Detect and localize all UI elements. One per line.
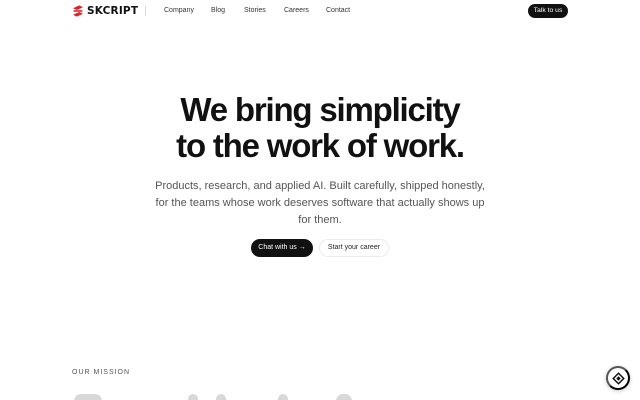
- help-widget-icon: [611, 371, 625, 385]
- chat-with-us-button[interactable]: Chat with us →: [251, 239, 313, 257]
- brand-logo[interactable]: SKCRIPT: [72, 5, 138, 17]
- mission-heading-peek: [70, 390, 370, 400]
- start-your-career-button[interactable]: Start your career: [319, 239, 389, 257]
- hero-title-line-1: We bring simplicity: [180, 91, 460, 128]
- heading-peek-shape: [278, 394, 288, 400]
- nav-link-contact[interactable]: Contact: [326, 6, 350, 16]
- heading-peek-shape: [188, 394, 198, 400]
- heading-peek-shape: [74, 394, 102, 400]
- logo-divider: [145, 6, 146, 16]
- top-navigation: SKCRIPT Company Blog Stories Careers Con…: [0, 0, 640, 22]
- heading-peek-shape: [216, 394, 226, 400]
- hero-title: We bring simplicity to the work of work.: [0, 92, 640, 164]
- hero-subtitle: Products, research, and applied AI. Buil…: [155, 180, 485, 226]
- hero-title-line-2: to the work of work.: [176, 127, 465, 164]
- nav-link-stories[interactable]: Stories: [244, 6, 266, 16]
- mission-label: OUR MISSION: [72, 369, 131, 376]
- nav-link-careers[interactable]: Careers: [284, 6, 309, 16]
- nav-link-company[interactable]: Company: [164, 6, 194, 16]
- heading-peek-shape: [336, 394, 352, 400]
- brand-name: SKCRIPT: [87, 5, 139, 17]
- nav-link-blog[interactable]: Blog: [211, 6, 225, 16]
- talk-to-us-button[interactable]: Talk to us: [528, 4, 568, 18]
- skcript-logo-icon: [73, 5, 83, 17]
- help-widget-button[interactable]: [606, 366, 630, 390]
